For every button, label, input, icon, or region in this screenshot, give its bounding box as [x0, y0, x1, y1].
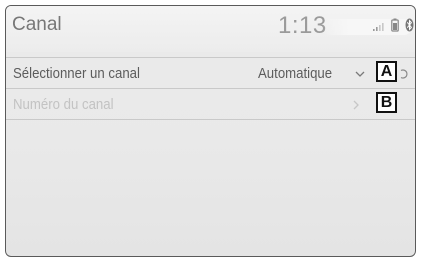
callout-b-label: B [376, 92, 397, 113]
select-channel-label: Sélectionner un canal [13, 65, 140, 82]
partial-icon [400, 69, 408, 79]
page-title: Canal [12, 14, 62, 35]
signal-icon [373, 23, 384, 31]
channel-number-row[interactable]: Numéro du canal [6, 89, 415, 121]
channel-number-label: Numéro du canal [13, 96, 114, 113]
select-channel-row[interactable]: Sélectionner un canal Automatique [6, 58, 415, 90]
screen-frame: Canal 1:13 Sélectionner un canal Automat… [5, 5, 416, 257]
battery-icon [391, 18, 399, 32]
chevron-right-icon [353, 100, 359, 110]
callout-a-label: A [376, 61, 397, 82]
clock: 1:13 [278, 12, 327, 39]
divider [6, 119, 415, 120]
bluetooth-icon [405, 18, 414, 32]
chevron-down-icon [355, 71, 365, 77]
select-channel-value: Automatique [258, 65, 333, 82]
header-bar: Canal 1:13 [6, 6, 415, 52]
